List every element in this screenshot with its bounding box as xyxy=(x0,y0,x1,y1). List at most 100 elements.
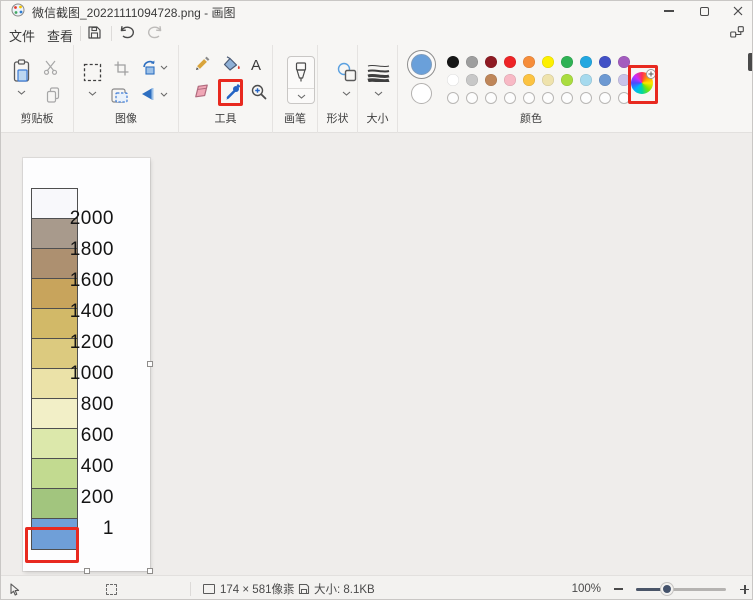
minimize-icon xyxy=(664,10,674,12)
chevron-down-icon xyxy=(297,94,305,99)
select-dropdown-chevron-icon[interactable] xyxy=(88,91,97,96)
magnifier-tool-button[interactable] xyxy=(251,84,267,100)
palette-empty-slot[interactable] xyxy=(466,92,478,104)
redo-button[interactable] xyxy=(147,25,163,39)
rotate-dropdown-chevron-icon[interactable] xyxy=(160,65,168,70)
brushes-dropdown[interactable] xyxy=(288,89,314,103)
zoom-slider[interactable] xyxy=(636,583,726,595)
menu-bar: 文件 查看 xyxy=(1,21,752,45)
rotate-button[interactable] xyxy=(142,60,157,75)
section-image: 图像 xyxy=(74,45,179,133)
ribbon-overflow-indicator xyxy=(748,53,752,71)
palette-empty-slot[interactable] xyxy=(542,92,554,104)
size-dropdown-chevron-icon[interactable] xyxy=(374,91,383,96)
cut-button[interactable] xyxy=(43,60,58,75)
palette-color-swatch[interactable] xyxy=(523,56,535,68)
menu-divider xyxy=(111,26,112,41)
text-tool-button[interactable]: A xyxy=(251,57,261,74)
zoom-level-text: 100% xyxy=(571,583,601,595)
minimize-button[interactable] xyxy=(654,1,684,21)
palette-color-swatch[interactable] xyxy=(599,56,611,68)
flip-dropdown-chevron-icon[interactable] xyxy=(160,92,168,97)
status-bar: 174 × 581像素 大小: 8.1KB 100% xyxy=(1,575,752,599)
palette-color-swatch[interactable] xyxy=(542,56,554,68)
size-button[interactable] xyxy=(367,63,390,82)
maximize-button[interactable] xyxy=(689,1,719,21)
size-label: 大小 xyxy=(366,113,389,125)
paint-logo-icon xyxy=(11,3,25,17)
close-button[interactable] xyxy=(723,1,752,21)
color2-swatch[interactable] xyxy=(411,83,432,104)
maximize-icon xyxy=(699,6,709,16)
brush-icon xyxy=(295,61,307,81)
pencil-tool-button[interactable] xyxy=(194,56,210,72)
crop-button[interactable] xyxy=(114,61,129,76)
palette-row-1 xyxy=(447,56,630,68)
eraser-tool-button[interactable] xyxy=(193,84,210,99)
undo-button[interactable] xyxy=(119,25,135,39)
palette-empty-slot[interactable] xyxy=(580,92,592,104)
work-area: 2000 1800 1600 1400 1200 1000 800 600 400 200 1 xyxy=(1,133,752,575)
legend-label: 400 xyxy=(80,456,114,477)
palette-color-swatch[interactable] xyxy=(580,74,592,86)
shapes-dropdown-chevron-icon[interactable] xyxy=(342,91,351,96)
palette-empty-slot[interactable] xyxy=(561,92,573,104)
shapes-button[interactable] xyxy=(337,62,357,82)
paste-button[interactable] xyxy=(12,59,31,83)
cursor-position-icon xyxy=(9,576,20,599)
select-button[interactable] xyxy=(83,63,102,82)
resize-button[interactable] xyxy=(111,88,128,103)
palette-color-swatch[interactable] xyxy=(504,74,516,86)
canvas-image[interactable]: 2000 1800 1600 1400 1200 1000 800 600 400 200 1 xyxy=(23,158,150,571)
palette-color-swatch[interactable] xyxy=(466,74,478,86)
section-colors: 颜色 xyxy=(398,45,752,133)
palette-color-swatch[interactable] xyxy=(447,56,459,68)
file-size-text: 大小: 8.1KB xyxy=(314,584,375,596)
palette-color-swatch[interactable] xyxy=(447,74,459,86)
palette-empty-slot[interactable] xyxy=(523,92,535,104)
fill-tool-button[interactable] xyxy=(223,56,241,72)
palette-empty-slot[interactable] xyxy=(485,92,497,104)
section-brushes: 画笔 xyxy=(273,45,318,133)
palette-row-2 xyxy=(447,74,630,86)
clipboard-label: 剪贴板 xyxy=(20,113,54,125)
palette-color-swatch[interactable] xyxy=(504,56,516,68)
save-button[interactable] xyxy=(87,25,102,40)
canvas-resize-handle-right[interactable] xyxy=(147,361,153,367)
status-divider xyxy=(287,582,288,596)
shapes-label: 形状 xyxy=(326,113,349,125)
menu-file[interactable]: 文件 xyxy=(5,24,39,47)
colors-label: 颜色 xyxy=(520,113,542,125)
menu-view[interactable]: 查看 xyxy=(43,24,77,47)
brushes-button[interactable] xyxy=(287,56,315,104)
canvas-resize-handle-bottom[interactable] xyxy=(84,568,90,574)
canvas-size-icon xyxy=(203,576,215,599)
legend-label: 800 xyxy=(80,394,114,415)
palette-empty-slot[interactable] xyxy=(599,92,611,104)
file-size-icon xyxy=(298,576,310,599)
palette-color-swatch[interactable] xyxy=(580,56,592,68)
palette-color-swatch[interactable] xyxy=(542,74,554,86)
color1-swatch[interactable] xyxy=(407,50,436,79)
palette-empty-slot[interactable] xyxy=(504,92,516,104)
legend-label: 1400 xyxy=(69,301,114,322)
canvas-resize-handle-corner[interactable] xyxy=(147,568,153,574)
palette-empty-slot[interactable] xyxy=(447,92,459,104)
selection-size-icon xyxy=(106,576,117,599)
paste-dropdown-chevron-icon[interactable] xyxy=(17,90,26,95)
palette-color-swatch[interactable] xyxy=(561,74,573,86)
palette-color-swatch[interactable] xyxy=(466,56,478,68)
flip-button[interactable] xyxy=(140,87,155,101)
palette-color-swatch[interactable] xyxy=(561,56,573,68)
copy-button[interactable] xyxy=(46,87,60,103)
legend-label: 200 xyxy=(80,487,114,508)
zoom-slider-thumb[interactable] xyxy=(661,583,673,595)
zoom-in-button[interactable] xyxy=(740,576,749,599)
highlight-box-eyedropper xyxy=(218,79,243,106)
ribbon: 剪贴板 图像 A 工具 画笔 形状 大小 颜色 xyxy=(1,45,752,133)
palette-color-swatch[interactable] xyxy=(485,56,497,68)
palette-color-swatch[interactable] xyxy=(523,74,535,86)
zoom-out-button[interactable] xyxy=(614,576,623,599)
palette-color-swatch[interactable] xyxy=(599,74,611,86)
palette-color-swatch[interactable] xyxy=(485,74,497,86)
